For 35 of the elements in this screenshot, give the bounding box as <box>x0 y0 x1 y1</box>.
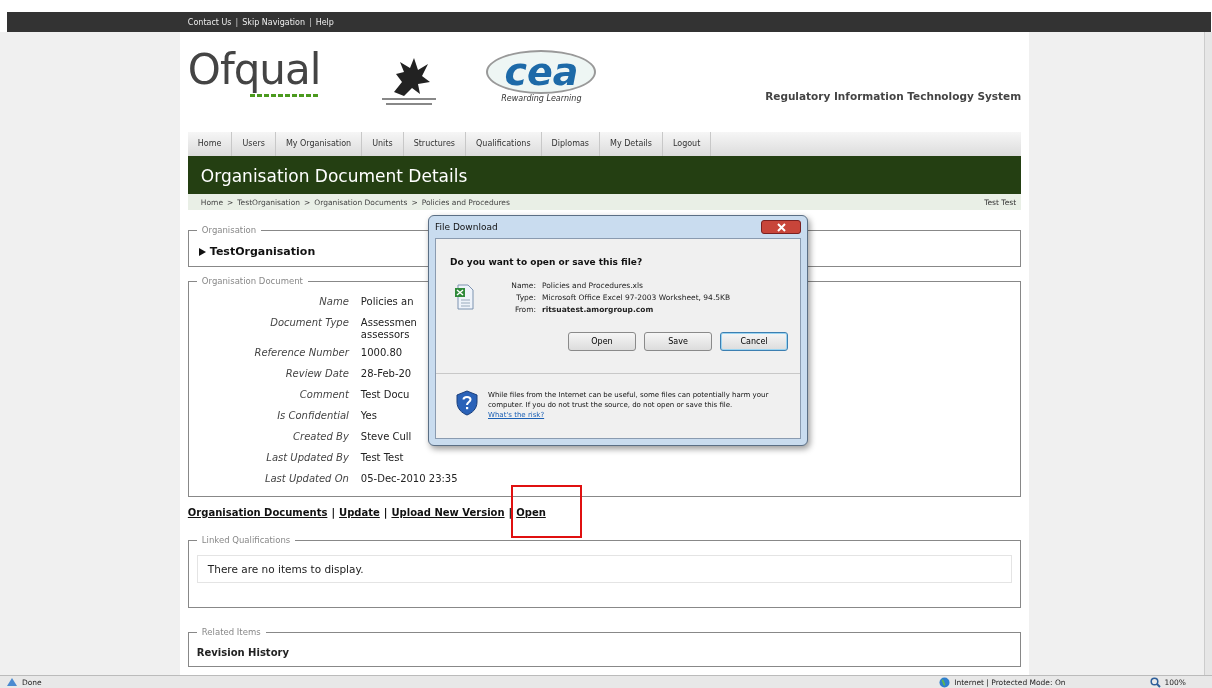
section-heading: Revision History <box>196 647 290 658</box>
fieldset-legend: Related Items <box>196 627 266 637</box>
separator: | <box>235 17 239 27</box>
field-value: Steve Cull <box>360 431 412 444</box>
field-label: Name <box>318 296 349 309</box>
field-value: Test Docu <box>360 389 410 402</box>
field-label: Comment <box>298 389 349 402</box>
separator: | <box>308 17 312 27</box>
dialog-title: File Download <box>435 222 498 232</box>
field-value: Assessmen assessors <box>360 317 417 341</box>
empty-message: There are no items to display. <box>196 555 1013 583</box>
field-value: Test Test <box>360 452 404 465</box>
separator: | <box>331 507 336 518</box>
field-value: 1000.80 <box>360 347 403 360</box>
field-label: Reference Number <box>253 347 349 360</box>
system-name: Regulatory Information Technology System <box>765 90 1022 102</box>
dialog-question: Do you want to open or save this file? <box>449 256 644 269</box>
separator: | <box>508 507 513 518</box>
fieldset-legend: Organisation Document <box>196 276 308 286</box>
field-label: Document Type <box>269 317 349 330</box>
page-title: Organisation Document Details <box>187 156 1022 194</box>
field-value: Policies an <box>360 296 414 309</box>
field-label: Created By <box>292 431 349 444</box>
field-value: 28-Feb-20 <box>360 368 412 381</box>
separator: | <box>383 507 388 518</box>
field-label: Is Confidential <box>276 410 349 423</box>
field-label: Last Updated By <box>265 452 349 465</box>
fieldset-legend: Linked Qualifications <box>196 535 296 545</box>
field-label: Last Updated On <box>263 473 349 486</box>
ofqual-logo: Ofqual <box>187 48 321 97</box>
field-value: Yes <box>360 410 377 423</box>
field-label: Review Date <box>284 368 349 381</box>
fieldset-legend: Organisation <box>196 225 262 235</box>
cea-logo: cea Rewarding Learning <box>486 50 597 103</box>
field-value: 05-Dec-2010 23:35 <box>360 473 458 486</box>
